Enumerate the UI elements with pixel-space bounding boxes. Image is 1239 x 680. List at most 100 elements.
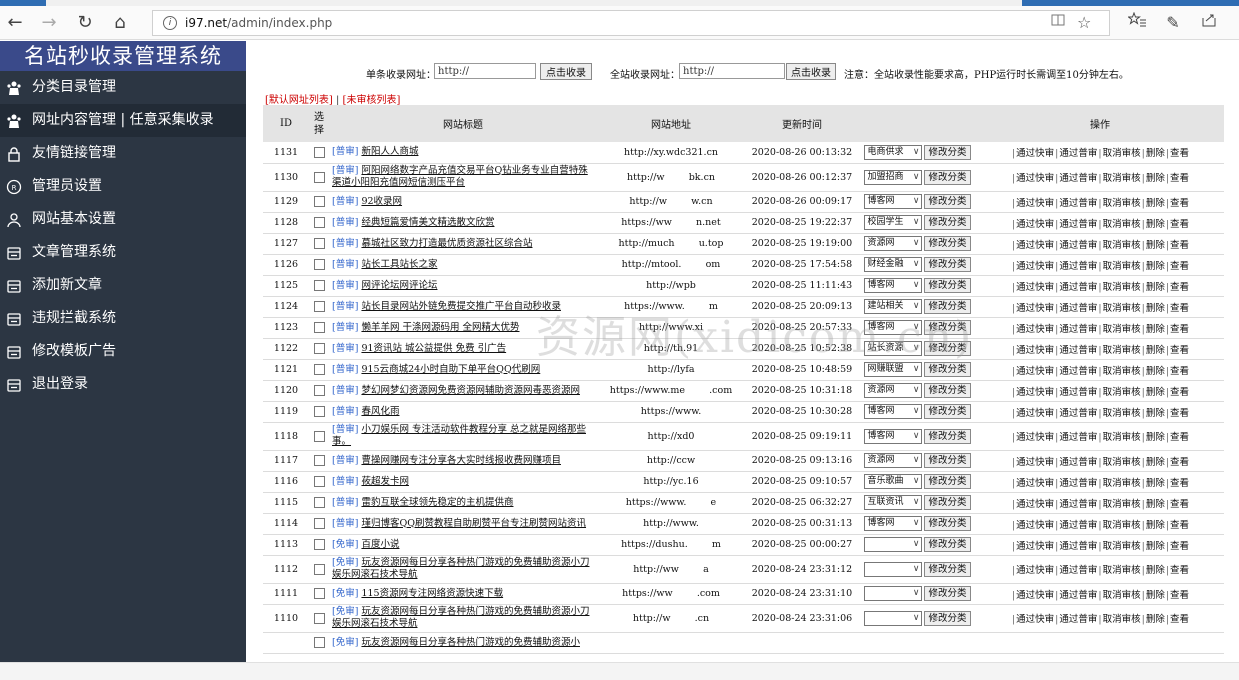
sidebar-item-5[interactable]: 文章管理系统 — [0, 236, 246, 269]
category-select[interactable]: 建站相关 ∨ — [864, 299, 923, 314]
modify-category-button[interactable]: 修改分类 — [924, 341, 971, 356]
op-link-3[interactable]: 删除 — [1146, 303, 1165, 314]
op-link-2[interactable]: 取消审核 — [1103, 261, 1141, 272]
site-title-link[interactable]: 新阳人人商城 — [361, 146, 418, 157]
op-link-1[interactable]: 通过普审 — [1059, 387, 1097, 398]
sidebar-item-1[interactable]: 网址内容管理 | 任意采集收录 — [0, 104, 246, 137]
op-link-1[interactable]: 通过普审 — [1059, 541, 1097, 552]
op-link-1[interactable]: 通过普审 — [1059, 499, 1097, 510]
op-link-2[interactable]: 取消审核 — [1103, 590, 1141, 601]
back-button[interactable]: ← — [2, 10, 28, 36]
all-collect-button[interactable]: 点击收录 — [786, 63, 836, 80]
category-select[interactable]: 博客网 ∨ — [864, 404, 923, 419]
site-title-link[interactable]: 玩友资源网每日分享各种热门游戏的免费辅助资源小刀娱乐网滚石技术导航 — [332, 557, 589, 580]
op-link-4[interactable]: 查看 — [1170, 324, 1189, 335]
op-link-4[interactable]: 查看 — [1170, 432, 1189, 443]
op-link-4[interactable]: 查看 — [1170, 478, 1189, 489]
op-link-1[interactable]: 通过普审 — [1059, 590, 1097, 601]
sidebar-item-7[interactable]: 违规拦截系统 — [0, 302, 246, 335]
site-title-link[interactable]: 经典短篇爱情美文精选散文欣赏 — [361, 217, 494, 228]
op-link-0[interactable]: 通过快审 — [1016, 282, 1054, 293]
op-link-3[interactable]: 删除 — [1146, 387, 1165, 398]
op-link-3[interactable]: 删除 — [1146, 261, 1165, 272]
modify-category-button[interactable]: 修改分类 — [924, 257, 971, 272]
site-title-link[interactable]: 莜超发卡网 — [361, 476, 409, 487]
row-checkbox[interactable] — [313, 406, 325, 417]
modify-category-button[interactable]: 修改分类 — [924, 561, 971, 577]
category-select[interactable]: ∨ — [864, 561, 923, 577]
op-link-3[interactable]: 删除 — [1146, 324, 1165, 335]
op-link-1[interactable]: 通过普审 — [1059, 614, 1097, 625]
row-checkbox[interactable] — [313, 301, 325, 312]
op-link-0[interactable]: 通过快审 — [1016, 366, 1054, 377]
category-select[interactable]: 资源网 ∨ — [864, 236, 923, 251]
op-link-2[interactable]: 取消审核 — [1103, 614, 1141, 625]
modify-category-button[interactable]: 修改分类 — [924, 215, 971, 230]
row-checkbox[interactable] — [313, 343, 325, 354]
modify-category-button[interactable]: 修改分类 — [924, 236, 971, 251]
op-link-4[interactable]: 查看 — [1170, 173, 1189, 184]
op-link-0[interactable]: 通过快审 — [1016, 499, 1054, 510]
op-link-1[interactable]: 通过普审 — [1059, 198, 1097, 209]
category-select[interactable]: 站长资源 ∨ — [864, 341, 923, 356]
op-link-4[interactable]: 查看 — [1170, 240, 1189, 251]
op-link-0[interactable]: 通过快审 — [1016, 148, 1054, 159]
modify-category-button[interactable]: 修改分类 — [924, 586, 971, 601]
share-icon[interactable] — [1196, 10, 1222, 36]
op-link-1[interactable]: 通过普审 — [1059, 148, 1097, 159]
op-link-1[interactable]: 通过普审 — [1059, 345, 1097, 356]
address-bar[interactable]: i i97.net/admin/index.php ☆ — [152, 10, 1110, 36]
site-title-link[interactable]: 雷豹互联全球领先稳定的主机提供商 — [361, 497, 513, 508]
op-link-4[interactable]: 查看 — [1170, 219, 1189, 230]
row-checkbox[interactable] — [313, 238, 325, 249]
op-link-4[interactable]: 查看 — [1170, 541, 1189, 552]
op-link-4[interactable]: 查看 — [1170, 565, 1189, 576]
row-checkbox[interactable] — [313, 539, 325, 550]
notes-icon[interactable]: ✎ — [1160, 10, 1186, 36]
modify-category-button[interactable]: 修改分类 — [924, 362, 971, 377]
row-checkbox[interactable] — [313, 588, 325, 599]
row-checkbox[interactable] — [313, 196, 325, 207]
op-link-0[interactable]: 通过快审 — [1016, 565, 1054, 576]
op-link-3[interactable]: 删除 — [1146, 614, 1165, 625]
modify-category-button[interactable]: 修改分类 — [924, 495, 971, 510]
op-link-0[interactable]: 通过快审 — [1016, 345, 1054, 356]
op-link-4[interactable]: 查看 — [1170, 457, 1189, 468]
op-link-2[interactable]: 取消审核 — [1103, 541, 1141, 552]
op-link-0[interactable]: 通过快审 — [1016, 408, 1054, 419]
site-title-link[interactable]: 站长目录网站外链免费提交推广平台自动秒收录 — [361, 301, 561, 312]
op-link-1[interactable]: 通过普审 — [1059, 366, 1097, 377]
op-link-2[interactable]: 取消审核 — [1103, 432, 1141, 443]
modify-category-button[interactable]: 修改分类 — [924, 404, 971, 419]
op-link-3[interactable]: 删除 — [1146, 219, 1165, 230]
op-link-2[interactable]: 取消审核 — [1103, 282, 1141, 293]
row-checkbox[interactable] — [313, 322, 325, 333]
sidebar-item-9[interactable]: 退出登录 — [0, 368, 246, 401]
row-checkbox[interactable] — [313, 146, 325, 158]
op-link-2[interactable]: 取消审核 — [1103, 478, 1141, 489]
modify-category-button[interactable]: 修改分类 — [924, 428, 971, 444]
sidebar-item-2[interactable]: 友情链接管理 — [0, 137, 246, 170]
op-link-4[interactable]: 查看 — [1170, 148, 1189, 159]
reading-view-icon[interactable] — [1051, 11, 1065, 35]
op-link-0[interactable]: 通过快审 — [1016, 387, 1054, 398]
row-checkbox[interactable] — [313, 217, 325, 228]
op-link-3[interactable]: 删除 — [1146, 520, 1165, 531]
modify-category-button[interactable]: 修改分类 — [924, 474, 971, 489]
category-select[interactable]: 电商供求 ∨ — [864, 144, 923, 160]
op-link-4[interactable]: 查看 — [1170, 499, 1189, 510]
sidebar-item-8[interactable]: 修改模板广告 — [0, 335, 246, 368]
single-collect-button[interactable]: 点击收录 — [540, 63, 592, 80]
row-checkbox[interactable] — [313, 637, 325, 648]
sidebar-item-4[interactable]: 网站基本设置 — [0, 203, 246, 236]
modify-category-button[interactable]: 修改分类 — [924, 194, 971, 209]
reload-button[interactable]: ↻ — [72, 10, 98, 36]
op-link-4[interactable]: 查看 — [1170, 590, 1189, 601]
category-select[interactable]: 互联资讯 ∨ — [864, 495, 923, 510]
info-icon[interactable]: i — [163, 16, 177, 30]
row-checkbox[interactable] — [313, 497, 325, 508]
op-link-3[interactable]: 删除 — [1146, 541, 1165, 552]
op-link-2[interactable]: 取消审核 — [1103, 148, 1141, 159]
row-checkbox[interactable] — [313, 455, 325, 466]
site-title-link[interactable]: 玩友资源网每日分享各种热门游戏的免费辅助资源小 — [361, 637, 580, 648]
